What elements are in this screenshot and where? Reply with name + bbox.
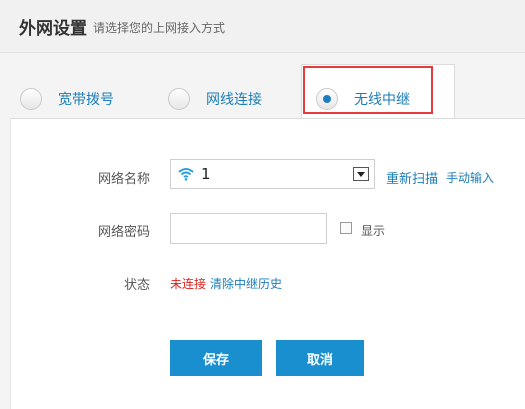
tab-label: 网线连接 xyxy=(206,91,262,108)
page-header: 外网设置 请选择您的上网接入方式 xyxy=(0,0,525,53)
radio-icon[interactable] xyxy=(20,87,42,110)
page-title: 外网设置 xyxy=(19,19,87,39)
tab-label: 宽带拨号 xyxy=(58,91,114,108)
status-label: 状态 xyxy=(123,278,150,293)
save-button[interactable]: 保存 xyxy=(170,340,262,376)
rescan-link[interactable]: 重新扫描 xyxy=(386,168,438,187)
network-name-value: 1 xyxy=(201,165,211,183)
cancel-button[interactable]: 取消 xyxy=(276,340,364,376)
radio-icon[interactable] xyxy=(168,87,190,110)
wifi-icon xyxy=(178,166,194,185)
network-name-select[interactable]: 1 xyxy=(170,159,375,189)
show-password-label: 显示 xyxy=(361,224,386,238)
password-label: 网络密码 xyxy=(97,225,150,240)
password-field[interactable] xyxy=(170,213,327,244)
show-password-checkbox[interactable] xyxy=(340,222,352,234)
manual-input-link[interactable]: 手动输入 xyxy=(446,169,494,186)
chevron-down-icon[interactable] xyxy=(353,167,369,181)
tab-wired[interactable]: 网线连接 xyxy=(168,76,262,121)
clear-history-link[interactable]: 清除中继历史 xyxy=(210,275,282,292)
status-value: 未连接 xyxy=(170,277,207,291)
network-name-label: 网络名称 xyxy=(97,172,150,187)
page-subtitle: 请选择您的上网接入方式 xyxy=(93,21,226,35)
highlight-box xyxy=(303,66,433,114)
tab-pppoe[interactable]: 宽带拨号 xyxy=(20,76,114,121)
